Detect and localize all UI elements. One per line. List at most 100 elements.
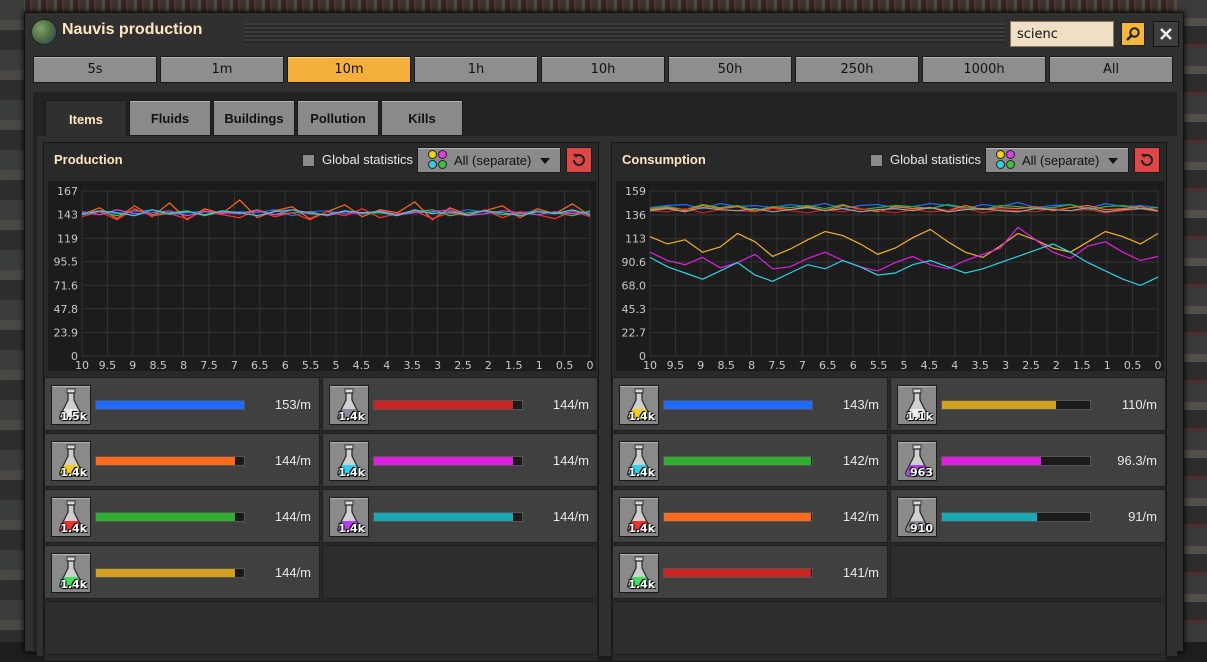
x-tick-label: 2 bbox=[1053, 359, 1060, 371]
item-rate-bar-fill bbox=[664, 569, 811, 577]
y-tick-label: 95.5 bbox=[54, 256, 79, 269]
x-tick-label: 0.5 bbox=[556, 359, 574, 371]
consumption-item-row[interactable]: 1.4k 142/m bbox=[612, 433, 888, 487]
production-item-row[interactable]: 1.4k 144/m bbox=[44, 489, 320, 543]
item-rate-bar-fill bbox=[942, 401, 1056, 409]
consumption-empty-row bbox=[612, 601, 1166, 655]
item-count: 1.5k bbox=[60, 410, 87, 423]
logistic-science-pack-icon[interactable]: 1.4k bbox=[51, 441, 91, 481]
production-series-dropdown[interactable]: All (separate) bbox=[417, 147, 561, 173]
chemical-science-pack-icon-green[interactable]: 1.4k bbox=[619, 553, 659, 593]
time-button-1m[interactable]: 1m bbox=[160, 56, 284, 83]
automation-science-pack-icon[interactable]: 1.5k bbox=[51, 385, 91, 425]
background-factory-left bbox=[0, 0, 24, 642]
x-tick-label: 2 bbox=[485, 359, 492, 371]
tab-buildings[interactable]: Buildings bbox=[213, 100, 295, 136]
tab-pollution[interactable]: Pollution bbox=[297, 100, 379, 136]
time-button-5s[interactable]: 5s bbox=[33, 56, 157, 83]
utility-science-pack-icon[interactable]: 1.4k bbox=[329, 441, 369, 481]
x-tick-label: 9 bbox=[129, 359, 136, 371]
production-science-pack-icon[interactable]: 1.4k bbox=[329, 497, 369, 537]
space-science-pack-icon[interactable]: 1.4k bbox=[51, 553, 91, 593]
time-button-1h[interactable]: 1h bbox=[414, 56, 538, 83]
production-title: Production bbox=[54, 152, 123, 167]
item-rate-bar-fill bbox=[374, 457, 514, 465]
time-button-250h[interactable]: 250h bbox=[795, 56, 919, 83]
production-item-row[interactable]: 1.4k 144/m bbox=[44, 545, 320, 599]
x-tick-label: 9.5 bbox=[99, 359, 117, 371]
military-science-pack-icon[interactable]: 910 bbox=[897, 497, 937, 537]
tab-fluids[interactable]: Fluids bbox=[129, 100, 211, 136]
x-tick-label: 8.5 bbox=[717, 359, 735, 371]
item-rate: 144/m bbox=[552, 397, 589, 412]
production-reset-button[interactable] bbox=[566, 147, 592, 173]
x-tick-label: 6 bbox=[282, 359, 289, 371]
item-rate-bar-fill bbox=[96, 513, 236, 521]
production-item-row[interactable]: 1.4k 144/m bbox=[322, 377, 598, 431]
consumption-item-row[interactable]: 1.4k 143/m bbox=[612, 377, 888, 431]
y-tick-label: 119 bbox=[57, 232, 78, 245]
item-rate-bar bbox=[941, 512, 1091, 522]
item-rate-bar-fill bbox=[664, 513, 811, 521]
production-global-checkbox[interactable] bbox=[302, 154, 315, 167]
item-rate-bar bbox=[663, 456, 813, 466]
close-button[interactable] bbox=[1153, 21, 1179, 47]
y-tick-label: 167 bbox=[57, 185, 78, 198]
x-tick-label: 1 bbox=[536, 359, 543, 371]
time-button-10h[interactable]: 10h bbox=[541, 56, 665, 83]
item-rate: 142/m bbox=[842, 509, 879, 524]
chemical-science-pack-icon-yellow[interactable]: 1.4k bbox=[619, 385, 659, 425]
consumption-reset-button[interactable] bbox=[1134, 147, 1160, 173]
consumption-item-row[interactable]: 1.1k 110/m bbox=[890, 377, 1166, 431]
y-tick-label: 45.3 bbox=[622, 303, 647, 316]
tab-items[interactable]: Items bbox=[45, 100, 127, 138]
consumption-item-row[interactable]: 963 96.3/m bbox=[890, 433, 1166, 487]
x-tick-label: 6.5 bbox=[819, 359, 837, 371]
item-rate: 144/m bbox=[274, 565, 311, 580]
military-science-pack-icon[interactable]: 1.4k bbox=[329, 385, 369, 425]
chemical-science-pack-icon[interactable]: 1.4k bbox=[51, 497, 91, 537]
item-rate-bar bbox=[95, 512, 245, 522]
x-tick-label: 6.5 bbox=[251, 359, 268, 371]
item-rate-bar bbox=[95, 400, 245, 410]
consumption-chart[interactable]: 10 9.5 9 8.5 8 7.5 7 6.5 6 5.5 5 4.5 4 3.5 3 2.5 2 1.5 1 0.… bbox=[616, 181, 1164, 371]
consumption-item-row[interactable]: 1.4k 142/m bbox=[612, 489, 888, 543]
time-button-50h[interactable]: 50h bbox=[668, 56, 792, 83]
titlebar-drag-handle[interactable] bbox=[245, 23, 1005, 43]
production-window: Nauvis production 5s1m10m1h10h50h250h100… bbox=[24, 12, 1184, 662]
utility-science-pack-icon[interactable]: 1.4k bbox=[619, 441, 659, 481]
item-rate-bar-fill bbox=[374, 401, 514, 409]
item-rate: 143/m bbox=[842, 397, 879, 412]
space-science-pack-icon-white[interactable]: 1.1k bbox=[897, 385, 937, 425]
item-rate-bar-fill bbox=[96, 569, 236, 577]
titlebar[interactable]: Nauvis production bbox=[25, 13, 1183, 53]
item-rate: 144/m bbox=[274, 453, 311, 468]
y-tick-label: 0 bbox=[639, 350, 646, 363]
item-count: 1.4k bbox=[628, 522, 655, 535]
logistic-science-pack-icon-red[interactable]: 1.4k bbox=[619, 497, 659, 537]
production-item-row[interactable]: 1.4k 144/m bbox=[44, 433, 320, 487]
search-input[interactable] bbox=[1010, 21, 1114, 47]
x-tick-label: 0 bbox=[1155, 359, 1162, 371]
production-chart[interactable]: 10 9.5 9 8.5 8 7.5 7 6.5 6 5.5 5 4.5 4 3.5 3 2.5 2 1.5 1 0.… bbox=[48, 181, 596, 371]
item-count: 1.4k bbox=[628, 466, 655, 479]
consumption-series-dropdown[interactable]: All (separate) bbox=[985, 147, 1129, 173]
x-tick-label: 6 bbox=[850, 359, 857, 371]
consumption-item-row[interactable]: 910 91/m bbox=[890, 489, 1166, 543]
consumption-global-label: Global statistics bbox=[890, 152, 982, 167]
production-item-row[interactable]: 1.4k 144/m bbox=[322, 433, 598, 487]
consumption-global-checkbox[interactable] bbox=[870, 154, 883, 167]
production-item-row[interactable]: 1.4k 144/m bbox=[322, 489, 598, 543]
time-button-1000h[interactable]: 1000h bbox=[922, 56, 1046, 83]
production-science-pack-icon[interactable]: 963 bbox=[897, 441, 937, 481]
y-tick-label: 71.6 bbox=[54, 279, 79, 292]
search-button[interactable] bbox=[1121, 22, 1145, 46]
color-wheel-icon bbox=[996, 150, 1016, 170]
item-count: 1.4k bbox=[338, 522, 365, 535]
time-button-all[interactable]: All bbox=[1049, 56, 1173, 83]
time-button-10m[interactable]: 10m bbox=[287, 56, 411, 83]
production-item-row[interactable]: 1.5k 153/m bbox=[44, 377, 320, 431]
y-tick-label: 136 bbox=[625, 209, 646, 222]
tab-kills[interactable]: Kills bbox=[381, 100, 463, 136]
consumption-item-row[interactable]: 1.4k 141/m bbox=[612, 545, 888, 599]
